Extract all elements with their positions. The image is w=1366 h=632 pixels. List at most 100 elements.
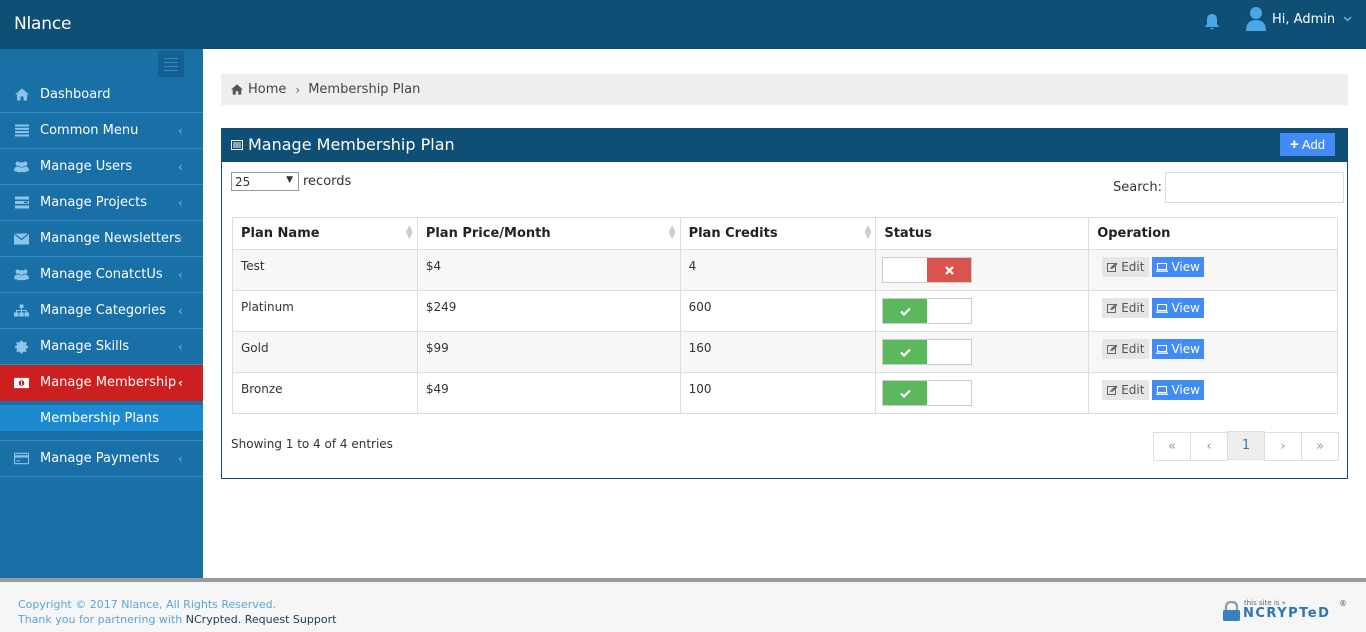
chevron-down-icon xyxy=(1343,16,1352,22)
sidebar-item-manage-categories[interactable]: Manage Categories ‹ xyxy=(0,293,203,329)
user-menu[interactable]: Hi, Admin xyxy=(1245,6,1352,32)
edit-icon xyxy=(1107,344,1118,354)
home-icon xyxy=(14,88,29,101)
list-icon xyxy=(14,124,29,137)
column-header-status: Status xyxy=(875,217,1090,250)
edit-button[interactable]: Edit xyxy=(1102,380,1150,400)
breadcrumb-current: Membership Plan xyxy=(308,82,421,97)
footer-request-support-link[interactable]: Request Support xyxy=(241,613,337,626)
cell-plan-credits: 600 xyxy=(679,290,877,332)
list-alt-icon xyxy=(231,139,243,150)
column-header-label: Status xyxy=(884,226,932,241)
pagination-last-button[interactable]: » xyxy=(1301,432,1339,461)
cell-plan-price: $4 xyxy=(416,249,681,291)
column-header-plan-name[interactable]: Plan Name ▲ ▼ xyxy=(232,217,418,250)
cell-operation: Edit View xyxy=(1088,331,1338,373)
records-length-control: 25 ▼ records xyxy=(231,172,351,191)
status-toggle[interactable] xyxy=(882,380,973,406)
status-toggle[interactable] xyxy=(882,298,973,324)
cell-plan-price: $249 xyxy=(416,290,681,332)
sidebar-item-manage-contactus[interactable]: Manage ConatctUs ‹ xyxy=(0,257,203,293)
sort-icon: ▲ ▼ xyxy=(864,224,872,241)
view-button[interactable]: View xyxy=(1152,380,1204,400)
panel-title: Manage Membership Plan xyxy=(231,135,455,154)
edit-button[interactable]: Edit xyxy=(1102,257,1150,277)
membership-plan-panel: Manage Membership Plan + Add 25 ▼ record… xyxy=(221,128,1348,479)
footer-partner-link[interactable]: NCrypted. xyxy=(186,613,241,626)
check-icon xyxy=(883,381,928,405)
sidebar-submenu-membership: Membership Plans xyxy=(0,401,203,441)
sidebar-item-common-menu[interactable]: Common Menu ‹ xyxy=(0,113,203,149)
column-header-label: Plan Credits xyxy=(688,226,778,241)
sidebar-item-manage-newsletters[interactable]: Manange Newsletters ‹ xyxy=(0,221,203,257)
search-label: Search: xyxy=(1113,180,1163,195)
sidebar-subitem-membership-plans[interactable]: Membership Plans xyxy=(0,405,203,431)
table-row: Test $4 4 Edit View xyxy=(232,249,1338,291)
sidebar-item-manage-payments[interactable]: Manage Payments ‹ xyxy=(0,441,203,477)
check-icon xyxy=(883,340,928,364)
pagination-next-button[interactable]: › xyxy=(1264,432,1302,461)
certificate-icon xyxy=(14,340,29,353)
records-per-page-value: 25 xyxy=(235,174,251,189)
pagination-page-1[interactable]: 1 xyxy=(1227,431,1265,460)
column-header-label: Plan Price/Month xyxy=(425,226,551,241)
hamburger-line xyxy=(164,69,178,71)
sidebar-item-manage-membership[interactable]: Manage Membership ‹ xyxy=(0,365,203,401)
sidebar-subitem-label: Membership Plans xyxy=(40,410,159,426)
badge-registered-mark: ® xyxy=(1339,599,1347,608)
cell-plan-price: $99 xyxy=(416,331,681,373)
status-toggle[interactable] xyxy=(882,339,973,365)
pagination: « ‹ 1 › » xyxy=(1153,431,1339,461)
chevron-left-icon: ‹ xyxy=(178,159,183,174)
search-input[interactable] xyxy=(1165,172,1345,203)
chevron-left-icon: ‹ xyxy=(178,339,183,354)
view-button[interactable]: View xyxy=(1152,339,1204,359)
sidebar-item-manage-projects[interactable]: Manage Projects ‹ xyxy=(0,185,203,221)
add-plan-button[interactable]: + Add xyxy=(1280,133,1335,156)
close-icon xyxy=(927,258,972,282)
view-button[interactable]: View xyxy=(1152,298,1204,318)
lock-icon xyxy=(1223,601,1240,621)
sidebar-item-label: Manage Categories xyxy=(40,303,166,318)
pagination-first-button[interactable]: « xyxy=(1153,432,1191,461)
search-control: Search: xyxy=(1113,172,1345,203)
edit-button-label: Edit xyxy=(1121,301,1145,315)
footer-partner-prefix: Thank you for partnering with xyxy=(18,613,186,626)
footer: Copyright © 2017 Nlance, All Rights Rese… xyxy=(0,582,1366,632)
bell-icon[interactable] xyxy=(1204,13,1220,31)
view-button[interactable]: View xyxy=(1152,257,1204,277)
breadcrumb: Home › Membership Plan xyxy=(221,74,1348,105)
sidebar-item-label: Manage Membership xyxy=(40,375,177,390)
brand-logo[interactable]: Nlance xyxy=(14,14,71,34)
sidebar-item-label: Manage Payments xyxy=(40,451,160,466)
pagination-prev-button[interactable]: ‹ xyxy=(1190,432,1228,461)
edit-button-label: Edit xyxy=(1121,383,1145,397)
records-per-page-select[interactable]: 25 ▼ xyxy=(231,172,299,191)
user-avatar-icon xyxy=(1246,7,1266,31)
column-header-plan-credits[interactable]: Plan Credits ▲ ▼ xyxy=(679,217,877,250)
edit-button[interactable]: Edit xyxy=(1102,339,1150,359)
cell-status xyxy=(875,331,1090,373)
ncrypted-badge[interactable]: this site is » NCRYPTeD ® xyxy=(1222,597,1347,625)
top-navbar: Nlance Hi, Admin xyxy=(0,0,1366,49)
footer-partner-line: Thank you for partnering with NCrypted. … xyxy=(18,613,336,626)
status-toggle[interactable] xyxy=(882,257,973,283)
sidebar-item-manage-users[interactable]: Manage Users ‹ xyxy=(0,149,203,185)
sidebar-toggle-button[interactable] xyxy=(158,51,184,77)
edit-button[interactable]: Edit xyxy=(1102,298,1150,318)
edit-button-label: Edit xyxy=(1121,260,1145,274)
chevron-left-icon: ‹ xyxy=(178,303,183,318)
cell-plan-price: $49 xyxy=(416,372,681,414)
sidebar-item-manage-skills[interactable]: Manage Skills ‹ xyxy=(0,329,203,365)
table-row: Platinum $249 600 Edit View xyxy=(232,290,1338,332)
check-icon xyxy=(883,299,928,323)
table-info: Showing 1 to 4 of 4 entries xyxy=(231,437,393,451)
sidebar-item-dashboard[interactable]: Dashboard xyxy=(0,77,203,113)
users-icon xyxy=(14,268,29,281)
hamburger-line xyxy=(164,61,178,63)
column-header-plan-price[interactable]: Plan Price/Month ▲ ▼ xyxy=(416,217,681,250)
view-button-label: View xyxy=(1171,301,1200,315)
breadcrumb-home-link[interactable]: Home xyxy=(248,82,286,97)
caret-down-icon: ▼ xyxy=(286,175,293,185)
sidebar-item-label: Dashboard xyxy=(40,87,111,102)
